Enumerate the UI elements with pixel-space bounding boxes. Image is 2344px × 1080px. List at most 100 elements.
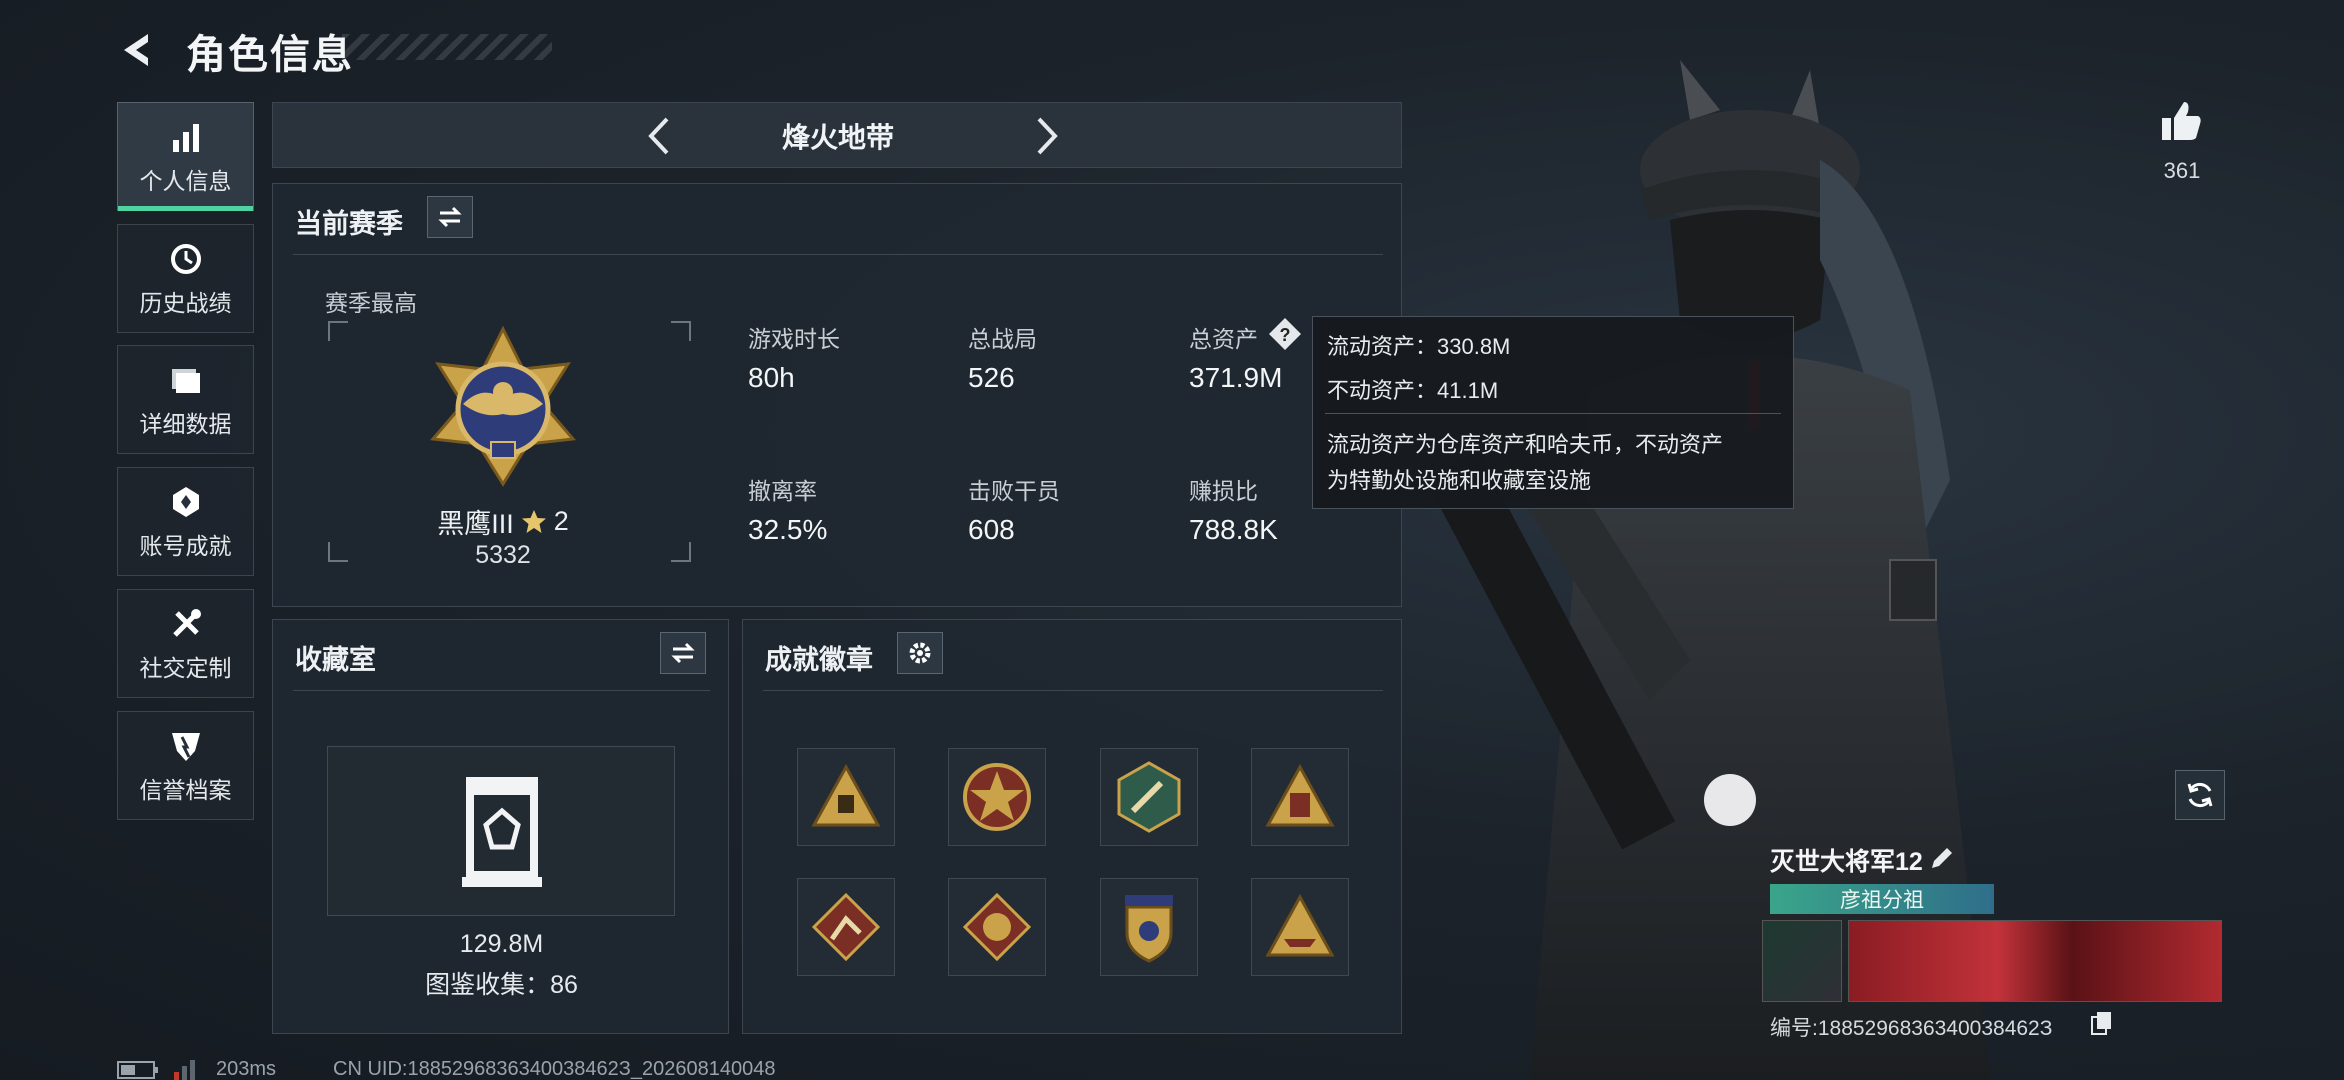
chevron-right-icon[interactable] <box>1021 111 1071 161</box>
climber-badge-icon <box>811 892 881 962</box>
hexagon-badge-icon <box>1117 761 1181 833</box>
badge-settings-button[interactable] <box>897 632 943 674</box>
bar-chart-icon <box>172 123 199 152</box>
switch-season-button[interactable] <box>427 196 473 238</box>
dragon-badge-icon <box>962 892 1032 962</box>
season-best-label: 赛季最高 <box>325 290 417 316</box>
assets-tooltip: 流动资产：330.8M 不动资产：41.1M 流动资产为仓库资产和哈夫币，不动资… <box>1312 316 1794 509</box>
rank-stars: 2 <box>553 506 569 536</box>
rank-name: 黑鹰III <box>437 509 514 539</box>
triangle-badge-icon <box>811 763 881 827</box>
tooltip-desc-line2: 为特勤处设施和收藏室设施 <box>1327 468 1592 493</box>
achievement-badge[interactable] <box>1100 748 1198 846</box>
player-avatar <box>1762 920 1842 1002</box>
achievement-badge[interactable] <box>797 748 895 846</box>
tooltip-desc-line1: 流动资产为仓库资产和哈夫币，不动资产 <box>1327 432 1724 457</box>
sidebar-item-label: 个人信息 <box>139 167 232 194</box>
collection-panel: 收藏室 129.8M 图鉴收集：86 <box>272 619 729 1034</box>
stat-label: 游戏时长 <box>748 326 840 352</box>
frame-corner <box>671 321 691 341</box>
divider <box>293 690 710 691</box>
achievement-icon <box>172 486 199 517</box>
mode-selector: 烽火地带 <box>272 102 1402 168</box>
star-badge-icon <box>963 763 1031 831</box>
like-count: 361 <box>2163 158 2201 183</box>
folder-icon <box>171 368 200 393</box>
sidebar-item-social[interactable]: 社交定制 <box>117 589 254 698</box>
sidebar-item-history[interactable]: 历史战绩 <box>117 224 254 333</box>
stat-value: 80h <box>748 362 795 393</box>
refresh-button[interactable] <box>2175 770 2225 820</box>
collection-catalog: 图鉴收集：86 <box>425 971 578 999</box>
mode-title: 烽火地带 <box>781 122 894 153</box>
switch-collection-button[interactable] <box>660 632 706 674</box>
achievements-title: 成就徽章 <box>765 645 873 675</box>
sidebar-item-detailed-data[interactable]: 详细数据 <box>117 345 254 454</box>
achievement-badge[interactable] <box>1100 878 1198 976</box>
sidebar-item-label: 信誉档案 <box>139 776 232 803</box>
achievement-badge[interactable] <box>1251 878 1349 976</box>
rank-score: 5332 <box>475 541 531 569</box>
player-banner <box>1848 920 2222 1002</box>
signal-icon <box>174 1060 195 1080</box>
swap-icon <box>671 642 695 664</box>
rank-row: 黑鹰III 2 <box>373 502 633 541</box>
help-icon[interactable]: ? <box>1267 316 1303 352</box>
copy-icon[interactable] <box>2090 1010 2114 1036</box>
ping-value: 203ms <box>216 1058 277 1080</box>
edit-icon[interactable] <box>1928 844 1956 872</box>
stat-label: 总战局 <box>968 326 1037 352</box>
achievement-badge[interactable] <box>948 878 1046 976</box>
stat-label: 击败干员 <box>968 478 1060 504</box>
tools-icon <box>172 608 201 637</box>
shield-badge-icon <box>1125 895 1173 963</box>
achievement-badge[interactable] <box>948 748 1046 846</box>
display-case-icon <box>462 777 542 887</box>
collection-title: 收藏室 <box>295 645 376 675</box>
star-icon <box>521 509 546 533</box>
swap-icon <box>438 206 462 228</box>
thumbs-up-icon[interactable] <box>2158 98 2204 144</box>
sidebar-item-personal-info[interactable]: 个人信息 <box>117 102 254 211</box>
frame-corner <box>328 542 348 562</box>
sidebar-item-label: 账号成就 <box>139 532 232 559</box>
achievements-panel: 成就徽章 <box>742 619 1402 1034</box>
tooltip-fixed-assets: 不动资产：41.1M <box>1327 378 1499 403</box>
rank-medal-icon <box>430 325 576 487</box>
stat-label: 赚损比 <box>1189 478 1258 504</box>
refresh-icon <box>2187 782 2213 808</box>
stat-value: 32.5% <box>748 514 828 545</box>
triangle-badge-icon <box>1265 763 1335 827</box>
sidebar-item-label: 社交定制 <box>139 654 232 681</box>
history-icon <box>170 243 201 274</box>
boat-badge-icon <box>1265 893 1335 957</box>
credit-icon <box>171 732 200 761</box>
uid-text: CN UID:1885296836340038462З_202608140048 <box>333 1058 776 1080</box>
sidebar-item-label: 历史战绩 <box>139 289 232 316</box>
frame-corner <box>671 542 691 562</box>
season-title: 当前赛季 <box>295 209 403 239</box>
collection-preview[interactable] <box>327 746 675 916</box>
page-title: 角色信息 <box>186 33 354 77</box>
stat-value: 788.8K <box>1189 514 1278 545</box>
back-arrow-icon[interactable] <box>118 30 158 70</box>
stat-label: 撤离率 <box>748 478 817 504</box>
divider <box>763 690 1383 691</box>
achievement-badge[interactable] <box>1251 748 1349 846</box>
player-tag: 彦祖分祖 <box>1770 884 1994 914</box>
stat-value: 608 <box>968 514 1015 545</box>
sidebar-item-achievements[interactable]: 账号成就 <box>117 467 254 576</box>
player-name: 灭世大将军12 <box>1770 848 1923 876</box>
stat-label: 总资产 <box>1189 326 1258 352</box>
achievement-badge[interactable] <box>797 878 895 976</box>
battery-icon <box>117 1061 158 1079</box>
player-card-banner[interactable] <box>1762 920 2222 1002</box>
svg-text:?: ? <box>1280 325 1291 345</box>
divider <box>1325 413 1781 414</box>
sidebar-item-credit[interactable]: 信誉档案 <box>117 711 254 820</box>
chevron-left-icon[interactable] <box>635 111 685 161</box>
title-decoration <box>342 34 552 60</box>
season-panel: 当前赛季 赛季最高 黑鹰III 2 5332 游戏时长 80h 总战局 526 … <box>272 183 1402 607</box>
stat-value: 526 <box>968 362 1015 393</box>
frame-corner <box>328 321 348 341</box>
